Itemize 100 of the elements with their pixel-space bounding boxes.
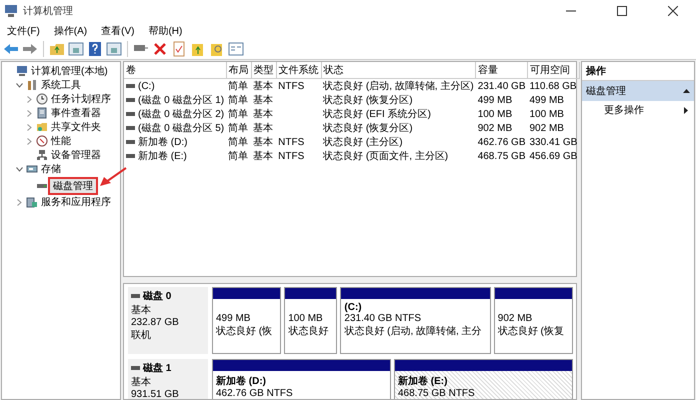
table-cell-text: 新加卷 (E:) (138, 150, 187, 163)
tree-item[interactable]: 任务计划程序 (50, 92, 112, 106)
section-title: 磁盘管理 (586, 85, 626, 98)
table-cell-text: 499 MB (528, 94, 565, 107)
window-icon[interactable] (106, 41, 122, 57)
partition-block[interactable]: 新加卷 (D:) 462.76 GB NTFS (212, 359, 391, 399)
column-header[interactable]: 文件系统 (276, 62, 322, 78)
table-cell-text: 状态良好 (恢复分区) (322, 94, 414, 107)
computer-icon (4, 4, 18, 18)
menu-item[interactable]: 帮助(H) (147, 24, 184, 38)
partition-size: 100 MB (288, 313, 324, 324)
table-cell-text: 简单 (227, 122, 250, 135)
table-cell: NTFS (276, 78, 322, 93)
services-icon (26, 196, 38, 208)
tree-item[interactable]: 设备管理器 (50, 148, 102, 162)
partition-size: 462.76 GB NTFS (216, 388, 294, 399)
table-cell: 状态良好 (启动, 故障转储, 主分区) (321, 78, 476, 93)
table-cell-text: 简单 (227, 136, 250, 149)
partition-header-bar (285, 288, 336, 299)
table-cell: (C:) (138, 80, 155, 92)
partition-block[interactable]: 新加卷 (E:) 468.75 GB NTFS (394, 359, 573, 399)
partition-size: 499 MB (216, 313, 252, 324)
table-cell-text: 基本 (252, 94, 274, 107)
partition-label: (C:) (344, 302, 363, 313)
partition-label: 新加卷 (D:) (216, 374, 267, 388)
table-cell-text: 基本 (252, 150, 274, 163)
forward-arrow-icon[interactable] (22, 41, 38, 57)
table-cell: 简单 (226, 78, 252, 93)
properties-icon[interactable] (228, 41, 244, 57)
table-cell-text: 状态良好 (主分区) (322, 136, 404, 149)
disk-detail: 931.51 GB (131, 389, 180, 399)
window-icon[interactable] (68, 41, 84, 57)
partition-block[interactable]: 499 MB 状态良好 (恢 (212, 287, 282, 354)
table-cell-text: (磁盘 0 磁盘分区 1) (138, 94, 224, 107)
clock-icon (36, 93, 48, 105)
table-cell-text: 100 MB (476, 108, 514, 121)
partition-status: 状态良好 (启动, 故障转储, 主分 (344, 324, 483, 338)
tree-item[interactable]: 计算机管理(本地) (30, 64, 109, 78)
window-title: 计算机管理 (23, 4, 74, 18)
volume-icon (126, 112, 135, 116)
partition-block[interactable]: 100 MB 状态良好 (284, 287, 338, 354)
column-header[interactable]: 布局 (226, 62, 252, 78)
tree-item[interactable]: 共享文件夹 (50, 120, 102, 134)
table-cell-text: (磁盘 0 磁盘分区 5) (138, 122, 224, 135)
volume-icon (126, 98, 135, 102)
close-icon (668, 6, 678, 16)
tree-item[interactable]: 事件查看器 (50, 106, 102, 120)
disk-detail: 232.87 GB (131, 317, 180, 328)
table-cell-text: 简单 (227, 108, 250, 121)
table-cell-text: 462.76 GB (476, 136, 526, 149)
tree-item[interactable]: 磁盘管理 (50, 179, 96, 193)
table-cell-text: 基本 (252, 136, 274, 149)
column-header[interactable]: 可用空间 (528, 62, 580, 78)
collapse-icon[interactable] (683, 89, 690, 93)
column-header[interactable]: 状态 (321, 62, 476, 78)
table-cell-text: 330.41 GB (528, 136, 578, 149)
disk-name: 磁盘 1 (143, 362, 172, 375)
partition-size: 468.75 GB NTFS (398, 388, 476, 399)
tree-item[interactable]: 存储 (40, 162, 62, 176)
menu-item[interactable]: 文件(F) (6, 24, 41, 38)
table-cell-text: 状态良好 (恢复分区) (322, 122, 414, 135)
maximize-icon (617, 6, 627, 16)
menu-item[interactable]: 查看(V) (100, 24, 136, 38)
table-cell-text: 状态良好 (EFI 系统分区) (322, 108, 432, 121)
table-cell: 231.40 GB (476, 78, 528, 93)
back-arrow-icon[interactable] (3, 41, 19, 57)
partition-header-bar (213, 288, 280, 299)
actions-section[interactable]: 磁盘管理 (582, 81, 694, 101)
table-cell-text: NTFS (277, 150, 306, 163)
callout-arrow-icon (98, 166, 128, 188)
disk-detail: 联机 (131, 328, 152, 342)
tree-item[interactable]: 系统工具 (40, 78, 82, 92)
document-check-icon[interactable] (171, 41, 187, 57)
folder-icon[interactable] (49, 41, 65, 57)
table-cell-text: 状态良好 (页面文件, 主分区) (322, 150, 450, 163)
volume-icon (126, 84, 135, 88)
tree-item[interactable]: 性能 (50, 134, 72, 148)
tree-item[interactable]: 服务和应用程序 (40, 195, 112, 209)
column-header[interactable]: 卷 (124, 62, 226, 78)
shared-folder-icon (36, 121, 48, 133)
device-manager-icon (36, 149, 48, 161)
partition-block[interactable]: 902 MB 状态良好 (恢复 (494, 287, 574, 354)
help-icon[interactable] (87, 41, 103, 57)
delete-icon[interactable] (152, 41, 168, 57)
column-header[interactable]: 类型 (251, 62, 276, 78)
table-cell-text: 902 MB (476, 122, 514, 135)
column-header[interactable]: 容量 (476, 62, 528, 78)
table-cell-text: 简单 (227, 94, 250, 107)
log-icon (36, 107, 48, 119)
computer-icon (16, 65, 28, 77)
disk-detail: 基本 (131, 304, 152, 317)
submenu-arrow-icon (684, 106, 688, 114)
action-item[interactable]: 更多操作 (604, 103, 644, 117)
table-cell-text: 456.69 GB (528, 150, 578, 163)
storage-icon (26, 163, 38, 175)
disk-detail: 基本 (131, 376, 152, 389)
table-cell-text: 468.75 GB (476, 150, 526, 163)
partition-block[interactable]: (C:) 231.40 GB NTFS 状态良好 (启动, 故障转储, 主分 (340, 287, 491, 354)
partition-status: 状态良好 (恢 (216, 324, 274, 338)
menu-item[interactable]: 操作(A) (52, 24, 88, 38)
